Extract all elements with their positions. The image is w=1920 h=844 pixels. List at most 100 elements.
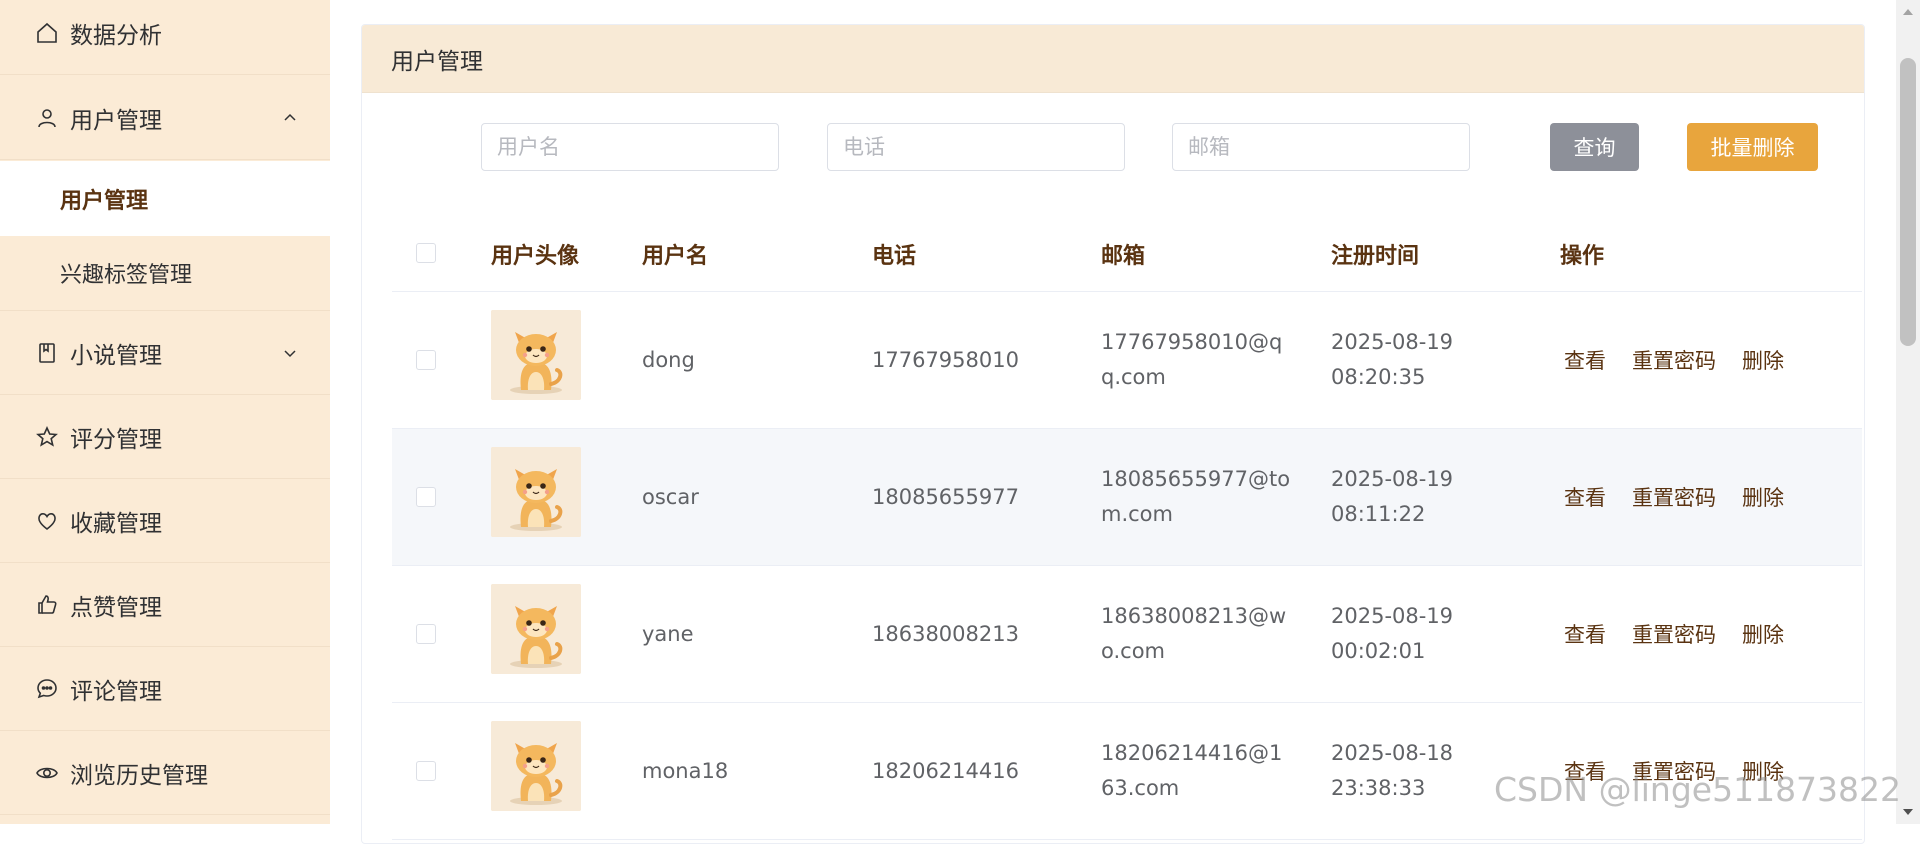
register-time-cell: 2025-08-19 08:11:22 <box>1331 429 1453 565</box>
email-line: q.com <box>1101 365 1166 389</box>
row-checkbox[interactable] <box>416 624 436 644</box>
eye-icon <box>34 760 60 786</box>
email-line: 17767958010@q <box>1101 330 1283 354</box>
email-cell: 18085655977@to m.com <box>1101 429 1290 565</box>
scroll-up-arrow-icon[interactable] <box>1901 6 1915 18</box>
email-line: m.com <box>1101 502 1173 526</box>
sidebar-item-rating-management[interactable]: 评分管理 <box>0 396 330 479</box>
phone-cell: 18638008213 <box>872 622 1019 646</box>
sidebar-item-comment-management[interactable]: 评论管理 <box>0 648 330 731</box>
chevron-up-icon <box>284 113 296 121</box>
column-header-phone: 电话 <box>872 243 917 269</box>
user-avatar <box>491 310 581 400</box>
heart-icon <box>34 508 60 534</box>
sidebar-item-novel-management[interactable]: 小说管理 <box>0 312 330 395</box>
row-checkbox[interactable] <box>416 487 436 507</box>
view-button[interactable]: 查看 <box>1564 292 1606 428</box>
sidebar: 数据分析 用户管理 用户管理 兴趣标签管理 小说管理 评分管理 收藏管理 点赞管… <box>0 0 330 824</box>
user-management-card: 用户管理 查询 批量删除 用户头像 用户名 电话 邮箱 注册时间 操作 <box>361 24 1865 844</box>
user-avatar <box>491 447 581 537</box>
main-content: 用户管理 查询 批量删除 用户头像 用户名 电话 邮箱 注册时间 操作 <box>330 0 1890 844</box>
register-time: 08:20:35 <box>1331 365 1426 389</box>
phone-cell: 18085655977 <box>872 485 1019 509</box>
user-avatar <box>491 721 581 811</box>
sidebar-item-label: 小说管理 <box>70 343 162 369</box>
scroll-down-arrow-icon[interactable] <box>1901 806 1915 818</box>
sidebar-subitem-label: 用户管理 <box>60 188 149 214</box>
sidebar-subitem-user-management[interactable]: 用户管理 <box>0 161 330 236</box>
sidebar-item-label: 评分管理 <box>70 427 162 453</box>
cat-avatar-icon <box>491 447 581 537</box>
phone-cell: 17767958010 <box>872 348 1019 372</box>
sidebar-item-label: 评论管理 <box>70 679 162 705</box>
reset-password-button[interactable]: 重置密码 <box>1632 292 1716 428</box>
register-time-cell: 2025-08-19 08:20:35 <box>1331 292 1453 428</box>
username-cell: mona18 <box>642 759 729 783</box>
register-time: 00:02:01 <box>1331 639 1426 663</box>
email-cell: 18206214416@1 63.com <box>1101 703 1282 839</box>
username-cell: yane <box>642 622 694 646</box>
username-cell: dong <box>642 348 695 372</box>
reset-password-button[interactable]: 重置密码 <box>1632 566 1716 702</box>
email-line: 18206214416@1 <box>1101 741 1283 765</box>
sidebar-item-label: 点赞管理 <box>70 595 162 621</box>
delete-button[interactable]: 删除 <box>1742 566 1784 702</box>
sidebar-subitem-label: 兴趣标签管理 <box>60 263 193 288</box>
phone-cell: 18206214416 <box>872 759 1019 783</box>
register-date: 2025-08-19 <box>1331 467 1454 491</box>
register-date: 2025-08-19 <box>1331 330 1454 354</box>
register-time: 23:38:33 <box>1331 776 1426 800</box>
user-icon <box>34 105 60 131</box>
column-header-avatar: 用户头像 <box>491 243 580 269</box>
sidebar-item-favorite-management[interactable]: 收藏管理 <box>0 480 330 563</box>
cat-avatar-icon <box>491 721 581 811</box>
watermark: CSDN @linge511873822 <box>1494 770 1902 809</box>
sidebar-subitem-interest-tags[interactable]: 兴趣标签管理 <box>0 236 330 311</box>
delete-button[interactable]: 删除 <box>1742 292 1784 428</box>
column-header-email: 邮箱 <box>1101 243 1146 269</box>
query-button[interactable]: 查询 <box>1550 123 1639 171</box>
register-date: 2025-08-19 <box>1331 604 1454 628</box>
select-all-checkbox[interactable] <box>416 243 436 263</box>
home-icon <box>34 20 60 46</box>
page-scrollbar[interactable] <box>1896 0 1920 824</box>
table-row: oscar 18085655977 18085655977@to m.com 20… <box>392 429 1862 566</box>
column-header-actions: 操作 <box>1560 243 1605 269</box>
comment-icon <box>34 676 60 702</box>
card-title: 用户管理 <box>391 48 483 75</box>
cat-avatar-icon <box>491 310 581 400</box>
phone-search-input[interactable] <box>827 123 1125 171</box>
view-button[interactable]: 查看 <box>1564 566 1606 702</box>
sidebar-item-label: 用户管理 <box>70 108 162 134</box>
sidebar-item-browsing-history[interactable]: 浏览历史管理 <box>0 732 330 815</box>
register-time-cell: 2025-08-19 00:02:01 <box>1331 566 1453 702</box>
user-avatar <box>491 584 581 674</box>
sidebar-item-label: 数据分析 <box>70 23 162 49</box>
sidebar-item-user-management[interactable]: 用户管理 <box>0 77 330 160</box>
register-time-cell: 2025-08-18 23:38:33 <box>1331 703 1453 839</box>
email-line: o.com <box>1101 639 1166 663</box>
sidebar-item-label: 浏览历史管理 <box>70 763 208 789</box>
card-header: 用户管理 <box>362 25 1864 93</box>
batch-delete-button[interactable]: 批量删除 <box>1687 123 1818 171</box>
email-search-input[interactable] <box>1172 123 1470 171</box>
sidebar-item-data-analysis[interactable]: 数据分析 <box>0 0 330 75</box>
reset-password-button[interactable]: 重置密码 <box>1632 429 1716 565</box>
row-checkbox[interactable] <box>416 761 436 781</box>
username-search-input[interactable] <box>481 123 779 171</box>
row-checkbox[interactable] <box>416 350 436 370</box>
delete-button[interactable]: 删除 <box>1742 429 1784 565</box>
email-line: 18638008213@w <box>1101 604 1287 628</box>
username-cell: oscar <box>642 485 699 509</box>
sidebar-item-label: 收藏管理 <box>70 511 162 537</box>
email-line: 63.com <box>1101 776 1180 800</box>
table-row: yane 18638008213 18638008213@w o.com 2025… <box>392 566 1862 703</box>
view-button[interactable]: 查看 <box>1564 429 1606 565</box>
register-time: 08:11:22 <box>1331 502 1426 526</box>
cat-avatar-icon <box>491 584 581 674</box>
sidebar-item-like-management[interactable]: 点赞管理 <box>0 564 330 647</box>
table-row: dong 17767958010 17767958010@q q.com 2025… <box>392 292 1862 429</box>
email-cell: 18638008213@w o.com <box>1101 566 1286 702</box>
scroll-thumb[interactable] <box>1900 58 1916 346</box>
table-header: 用户头像 用户名 电话 邮箱 注册时间 操作 <box>392 215 1862 292</box>
